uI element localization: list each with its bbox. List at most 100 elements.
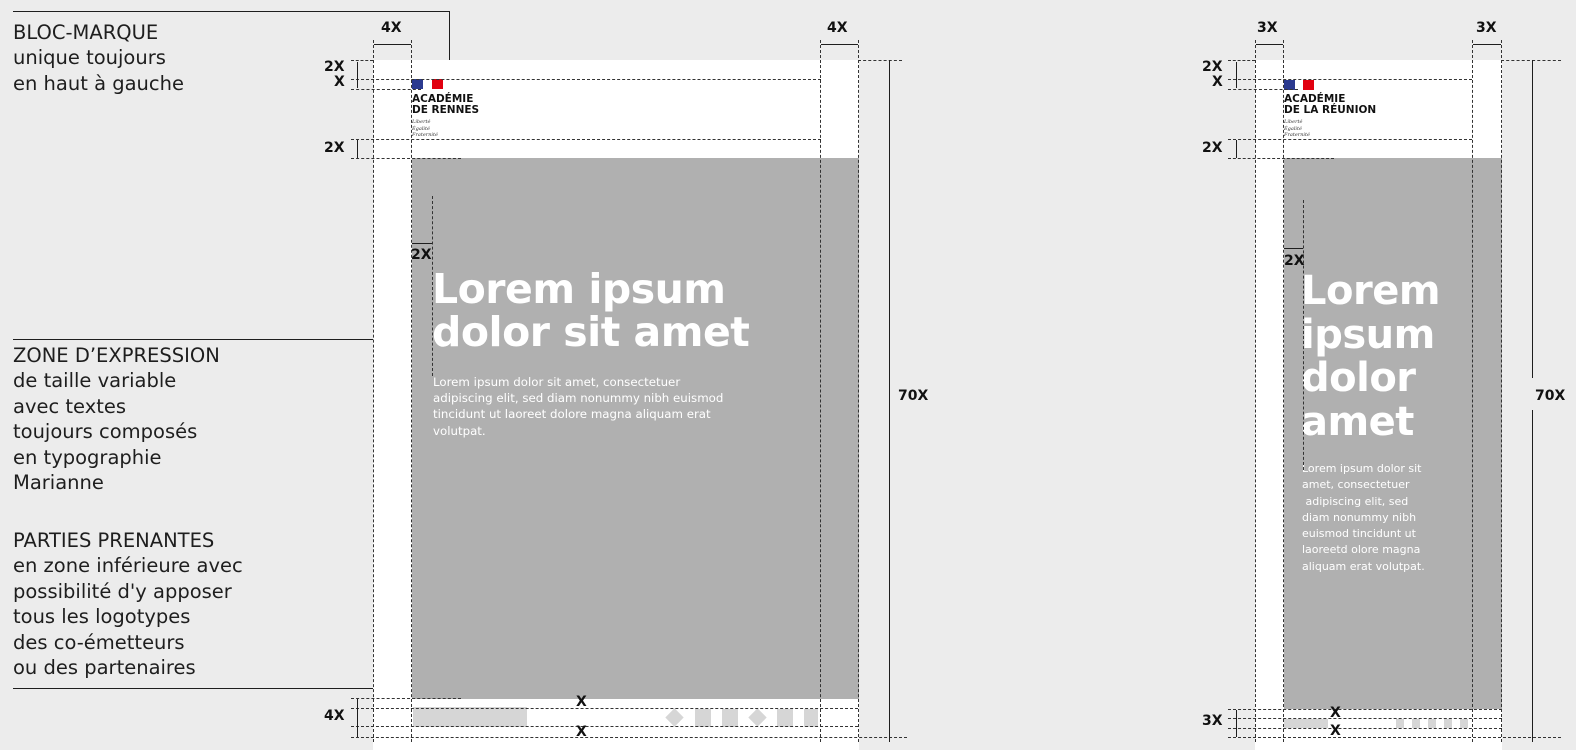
title-line: amet — [1301, 398, 1414, 445]
annotation-heading: ZONE D’EXPRESSION — [13, 344, 220, 367]
guide-line — [351, 60, 373, 61]
annotation-line: ou des partenaires — [13, 656, 196, 680]
guide-line — [373, 40, 374, 742]
poster-large-body: Lorem ipsum dolor sit amet, consectetuer… — [433, 374, 723, 439]
marianne-flag-icon — [412, 79, 443, 89]
guide-line — [351, 158, 461, 159]
guide-line — [411, 40, 412, 742]
dim-label-height: 70X — [898, 388, 929, 404]
partner-logo-square — [1396, 719, 1404, 728]
body-line: adipiscing elit, sed diam nonummy nibh e… — [433, 391, 724, 406]
guide-line — [351, 698, 461, 699]
title-line: Lorem — [1301, 268, 1441, 314]
body-line: Lorem ipsum dolor sit amet, consectetuer — [433, 375, 681, 389]
body-line: volutpat. — [433, 423, 486, 438]
dim-label: 2X — [324, 59, 345, 75]
title-line: dolor sit amet — [432, 308, 750, 356]
guide-line — [1255, 40, 1256, 742]
dim-label: X — [576, 724, 587, 740]
guide-line — [1228, 728, 1502, 729]
dim-arrow-height — [1532, 410, 1533, 742]
dim-label: X — [334, 74, 345, 90]
dim-label: 2X — [1202, 140, 1223, 156]
body-line: euismod tincidunt ut — [1302, 527, 1416, 541]
guide-line — [1283, 40, 1284, 742]
dim-arrow — [357, 62, 358, 88]
annotation-bloc-marque: BLOC-MARQUE unique toujours en haut à ga… — [13, 20, 184, 96]
motto-line: Fraternité — [1284, 132, 1310, 138]
dim-label: 2X — [411, 247, 432, 263]
guide-line — [1228, 89, 1298, 90]
guide-line — [432, 196, 433, 376]
partner-logo-square — [722, 709, 738, 727]
dim-label: X — [1330, 723, 1341, 739]
body-line: diam nonummy nibh — [1302, 510, 1417, 524]
title-line: Lorem ipsum — [432, 265, 726, 313]
poster-narrow-motto: Liberté Égalité Fraternité — [1284, 119, 1310, 139]
body-line: amet, consectetuer — [1302, 478, 1410, 492]
poster-large-brand: ACADÉMIE DE RENNES — [412, 93, 480, 117]
guide-line — [1228, 79, 1472, 80]
dim-label: 3X — [1257, 20, 1278, 36]
body-line: Lorem ipsum dolor sit — [1302, 462, 1422, 475]
poster-narrow-title: Lorem ipsum dolor amet — [1301, 268, 1441, 445]
poster-large-motto: Liberté Égalité Fraternité — [412, 119, 438, 139]
dim-arrow — [374, 44, 411, 45]
annotation-parties-prenantes: PARTIES PRENANTES en zone inférieure ave… — [13, 528, 243, 680]
body-line: adipiscing elit, sed — [1302, 494, 1409, 508]
dim-arrow — [357, 140, 358, 158]
annotation-line: tous les logotypes — [13, 605, 191, 629]
dim-label: 3X — [1476, 20, 1497, 36]
partner-logo-square — [804, 709, 818, 727]
annotation-line: avec textes — [13, 394, 127, 418]
dim-arrow-height — [889, 60, 890, 742]
dim-label: X — [576, 694, 587, 710]
brand-line: DE LA RÉUNION — [1284, 104, 1377, 117]
guide-line — [1501, 40, 1502, 742]
dim-arrow — [412, 243, 432, 244]
dim-label: X — [1330, 705, 1341, 721]
annotation-line: de taille variable — [13, 369, 177, 393]
dim-arrow — [1236, 62, 1237, 88]
title-line: dolor — [1301, 355, 1416, 401]
brand-line: DE RENNES — [412, 104, 480, 117]
dim-label: 4X — [324, 708, 345, 724]
guide-line — [858, 40, 859, 742]
annotation-line: possibilité d'y apposer — [13, 579, 232, 603]
annotation-heading: PARTIES PRENANTES — [13, 529, 215, 552]
dim-label: 4X — [381, 20, 402, 36]
dim-label: 2X — [1202, 59, 1223, 75]
dim-label: 4X — [827, 20, 848, 36]
guide-line — [351, 139, 821, 140]
annotation-line: unique toujours — [13, 46, 166, 70]
dim-arrow — [1256, 44, 1283, 45]
annotation-line: en haut à gauche — [13, 71, 184, 95]
partner-logo-square — [777, 709, 793, 727]
dim-arrow-height — [1532, 60, 1533, 378]
guide-line — [351, 79, 821, 80]
poster-narrow-brand: ACADÉMIE DE LA RÉUNION — [1284, 93, 1377, 117]
guide-line — [1472, 40, 1473, 742]
leader-line-bloc-marque — [13, 11, 450, 12]
body-line: aliquam erat volutpat. — [1302, 559, 1425, 573]
annotation-zone-expression: ZONE D’EXPRESSION de taille variable ave… — [13, 343, 220, 495]
body-line: laoreetd olore magna — [1302, 543, 1421, 557]
annotation-line: toujours composés — [13, 420, 198, 444]
dim-arrow — [1473, 44, 1501, 45]
title-line: ipsum — [1301, 311, 1435, 358]
guide-line — [1303, 200, 1304, 470]
dim-arrow — [821, 44, 858, 45]
guide-line — [351, 708, 858, 709]
guide-line — [1501, 60, 1561, 61]
annotation-line: en zone inférieure avec — [13, 554, 243, 578]
guide-line — [1228, 737, 1561, 738]
dim-label: 3X — [1202, 713, 1223, 729]
guide-line — [1228, 718, 1502, 719]
annotation-line: en typographie — [13, 445, 162, 469]
dim-label: 2X — [324, 140, 345, 156]
guide-line — [351, 726, 858, 727]
dim-arrow — [1236, 710, 1237, 737]
guide-line — [1228, 158, 1334, 159]
partner-logo-square — [1412, 719, 1420, 728]
dim-label: X — [1212, 74, 1223, 90]
